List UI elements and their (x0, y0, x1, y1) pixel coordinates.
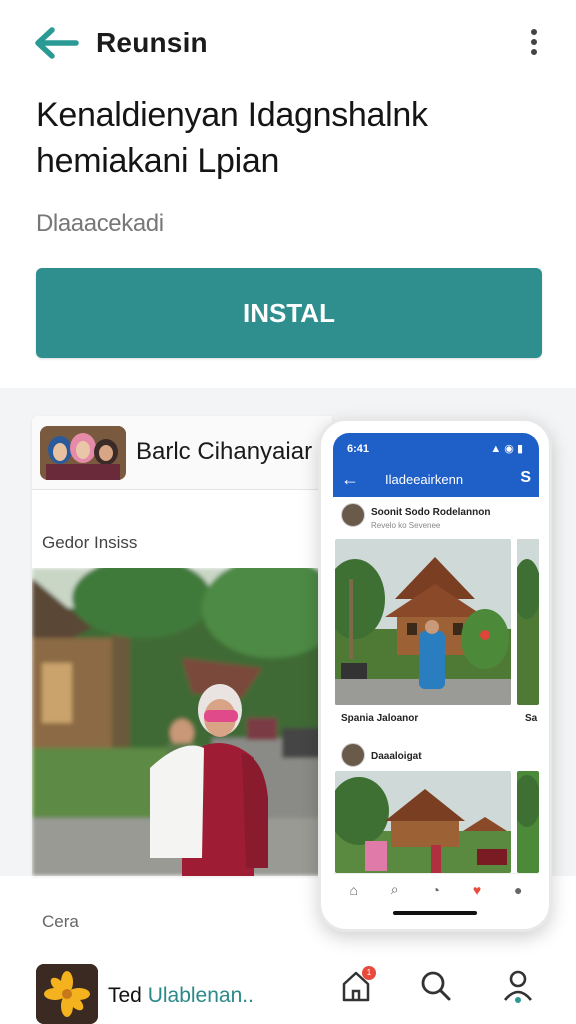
phone-search-icon[interactable]: ⌕ (391, 881, 399, 898)
app-headline: Kenaldienyan Idagnshalnk hemiakani Lpian (36, 96, 428, 180)
phone-back-icon[interactable]: ← (341, 469, 359, 490)
profile-nav-icon[interactable] (498, 966, 538, 1006)
phone-heart-icon[interactable]: ♥ (473, 882, 481, 898)
search-nav-icon[interactable] (416, 966, 456, 1006)
arrow-left-icon[interactable] (32, 24, 80, 62)
app-name[interactable]: Ted Ulablenan.. (108, 984, 254, 1008)
post-image-side[interactable] (517, 539, 539, 705)
post-caption-right: Sa (525, 713, 538, 724)
post-image-side-2[interactable] (517, 771, 539, 873)
phone-screen-title: Iladeeairkenn (385, 472, 464, 487)
card-thumbnail (40, 426, 126, 480)
post-avatar (341, 503, 365, 527)
flower-app-icon[interactable] (36, 964, 98, 1024)
app-name-prefix: Ted (108, 984, 142, 1007)
village-photo (32, 568, 332, 876)
phone-app-bar: ← Iladeeairkenn S (333, 463, 539, 497)
page-title: Reunsin (96, 27, 208, 58)
post-image-house[interactable] (335, 539, 511, 705)
post-author: Soonit Sodo Rodelannon (371, 507, 491, 518)
post-caption: Spania Jaloanor (341, 713, 419, 724)
phone-activity-icon[interactable]: ◔ (432, 882, 440, 898)
card-title: Barlc Cihanyaiar (136, 438, 313, 465)
signal-wifi-battery-icon: ▲ ◉ ▮ (490, 443, 523, 455)
section-label: Cera (42, 912, 79, 931)
phone-profile-icon[interactable]: ● (514, 882, 522, 898)
app-developer: Dlaaacekadi (36, 210, 164, 237)
post-image-house-2[interactable] (335, 771, 511, 873)
notification-badge: 1 (362, 966, 376, 980)
phone-home-indicator (393, 911, 477, 915)
home-nav-icon[interactable]: 1 (336, 966, 376, 1006)
post-author-2: Daaaloigat (371, 751, 422, 762)
feature-card[interactable]: Barlc Cihanyaiar Gedor Insiss (32, 416, 332, 876)
card-header: Barlc Cihanyaiar (32, 416, 332, 490)
more-vertical-icon[interactable] (522, 26, 546, 62)
phone-home-icon[interactable]: ⌂ (349, 882, 357, 898)
card-subtitle: Gedor Insiss (42, 533, 138, 552)
top-app-bar: Reunsin (0, 0, 576, 86)
phone-mockup[interactable]: 6:41 ▲ ◉ ▮ ← Iladeeairkenn S Soonit Sodo… (318, 418, 552, 932)
phone-time: 6:41 (347, 443, 370, 455)
phone-bottom-nav: ⌂ ⌕ ◔ ♥ ● (333, 873, 539, 905)
phone-status-bar: 6:41 ▲ ◉ ▮ (333, 433, 539, 463)
post-avatar-2 (341, 743, 365, 767)
app-name-highlight: Ulablenan.. (147, 984, 254, 1007)
post-meta: Revelo ko Sevenee (371, 521, 441, 530)
install-button[interactable]: INSTAL (36, 268, 542, 358)
phone-share-icon[interactable]: S (520, 469, 531, 487)
